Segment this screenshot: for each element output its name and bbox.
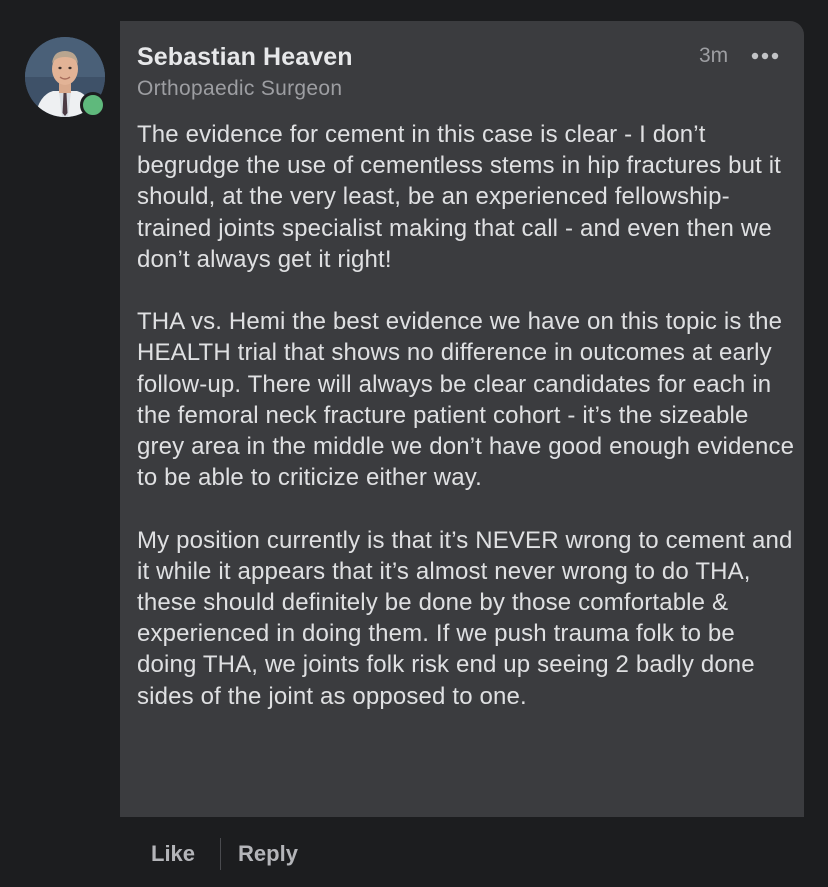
comment-bubble: Sebastian Heaven Orthopaedic Surgeon 3m … <box>120 21 804 817</box>
author-role: Orthopaedic Surgeon <box>137 77 343 100</box>
avatar-container[interactable] <box>25 37 106 118</box>
comment-paragraph: The evidence for cement in this case is … <box>137 121 782 273</box>
comment-paragraph: THA vs. Hemi the best evidence we have o… <box>137 308 795 492</box>
action-divider <box>220 838 222 870</box>
online-status-indicator <box>80 92 106 118</box>
like-button[interactable]: Like <box>151 841 195 867</box>
comment-thread: Sebastian Heaven Orthopaedic Surgeon 3m … <box>0 0 828 887</box>
comment-paragraph: My position currently is that it’s NEVER… <box>137 526 793 710</box>
reply-button[interactable]: Reply <box>238 841 298 867</box>
more-horizontal-icon[interactable] <box>750 51 780 61</box>
author-name[interactable]: Sebastian Heaven <box>137 43 353 72</box>
comment-body: The evidence for cement in this case is … <box>137 119 799 743</box>
comment-timestamp: 3m <box>699 44 729 67</box>
comment-actions: Like Reply <box>151 836 298 872</box>
